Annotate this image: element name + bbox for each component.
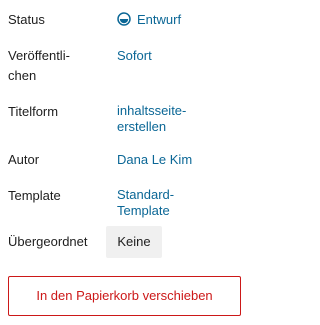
template-label: Template [8,188,61,203]
template-link[interactable]: Standard- Template [117,187,249,219]
parent-label: Übergeordnet [8,234,88,249]
status-label: Status [8,12,45,27]
title-form-value-line1: inhaltsseite- [117,103,187,118]
template-value-line2: Template [117,203,170,218]
publish-date-link[interactable]: Sofort [117,46,249,66]
title-form-link[interactable]: inhaltsseite- erstellen [117,103,249,135]
author-label: Autor [8,152,40,167]
title-form-label: Titelform [8,104,59,119]
parent-page-button[interactable]: Keine [106,226,162,258]
post-settings-panel: Status Entwurf Veröffentli- chen Sofort … [0,0,253,325]
publish-label: Veröffentli- chen [8,46,108,86]
title-form-value-line2: erstellen [117,119,167,134]
template-value-line1: Standard- [117,187,175,202]
publish-label-line1: Veröffentli- [8,48,70,63]
author-link[interactable]: Dana Le Kim [117,150,249,170]
move-to-trash-button[interactable]: In den Papierkorb verschieben [8,276,241,316]
publish-label-line2: chen [8,68,37,83]
status-value: Entwurf [137,12,182,27]
draft-status-icon [117,12,131,26]
status-toggle[interactable]: Entwurf [117,10,249,30]
